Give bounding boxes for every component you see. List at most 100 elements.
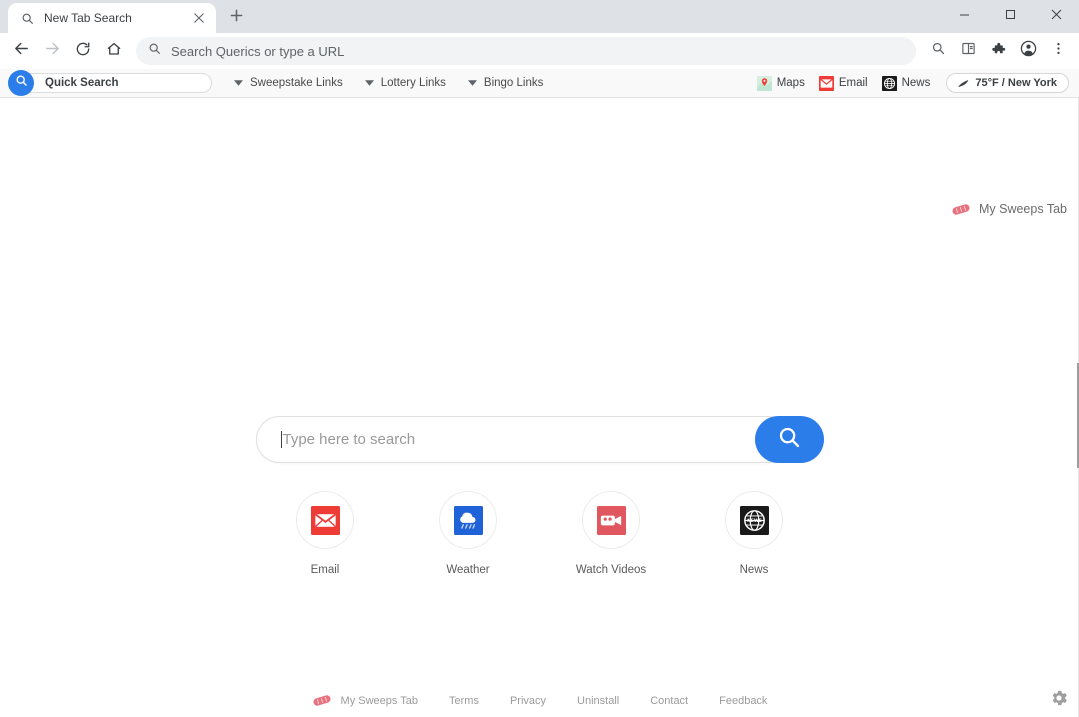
ext-link-label: Email [838,77,868,89]
search-placeholder: Type here to search [282,431,416,448]
window-maximize-button[interactable] [987,0,1033,32]
reading-list-button[interactable] [954,37,982,65]
shortcut-list: Email Weather Watch Videos NEWS News [254,491,826,576]
arrow-left-icon [13,40,30,62]
new-tab-button[interactable] [222,4,250,32]
svg-text:NEWS: NEWS [747,518,762,524]
shortcut-icon-wrap [582,491,640,549]
footer-link-feedback[interactable]: Feedback [719,695,767,707]
reload-icon [75,41,91,62]
profile-button[interactable] [1014,37,1042,65]
search-input[interactable]: Type here to search [255,416,791,463]
shortcut-label: Weather [446,564,490,576]
ext-link-news[interactable]: News [881,75,931,91]
reload-button[interactable] [69,37,97,65]
footer-brand-label: My Sweeps Tab [340,694,418,707]
footer-link-privacy[interactable]: Privacy [510,695,546,707]
plus-icon [230,9,243,27]
window-controls [941,0,1079,33]
avatar-icon [1020,40,1037,62]
dropdown-sweepstake-links[interactable]: Sweepstake Links [234,77,343,89]
chrome-menu-button[interactable] [1044,37,1072,65]
shortcut-watch-videos[interactable]: Watch Videos [540,491,683,576]
text-cursor [280,431,282,448]
brand-header[interactable]: My Sweeps Tab [951,202,1067,216]
tab-favicon-search-icon [19,10,35,26]
footer-link-terms[interactable]: Terms [449,695,479,707]
zoom-magnifier-icon [931,41,946,61]
brand-label: My Sweeps Tab [978,202,1067,216]
dropdown-label: Lottery Links [380,77,446,89]
window-minimize-button[interactable] [941,0,987,32]
email-icon [818,75,834,91]
close-tab-icon[interactable] [190,9,208,27]
search-area: Type here to search Email Weather Watch … [0,416,1079,576]
shortcut-label: News [739,564,769,576]
ext-link-email[interactable]: Email [818,75,868,91]
ext-link-maps[interactable]: Maps [756,75,805,91]
reading-list-icon [961,41,976,61]
page-content: My Sweeps Tab Type here to search Email … [0,98,1079,717]
puzzle-piece-icon [991,41,1006,61]
extension-toolbar: Quick Search Sweepstake Links Lottery Li… [0,69,1079,98]
search-icon [777,425,801,454]
gear-icon [1049,690,1069,712]
maps-icon [756,75,772,91]
footer-link-contact[interactable]: Contact [650,695,688,707]
shortcut-icon-wrap [439,491,497,549]
shortcut-weather[interactable]: Weather [397,491,540,576]
forward-button [38,37,66,65]
ext-link-label: Maps [776,77,805,89]
browser-toolbar: Search Querics or type a URL [0,33,1079,69]
search-icon [15,74,28,92]
home-button[interactable] [100,37,128,65]
arrow-right-icon [44,40,61,62]
home-icon [106,41,122,62]
quick-search-widget[interactable]: Quick Search [8,70,212,96]
chevron-down-icon [467,80,477,86]
ticket-icon [951,203,971,216]
quick-search-input[interactable]: Quick Search [22,73,212,93]
weather-text: 75°F / New York [975,77,1057,89]
extension-toolbar-right: Maps Email News 75°F / New York [743,73,1079,93]
page-footer: My Sweeps Tab Terms Privacy Uninstall Co… [0,694,1079,707]
back-button[interactable] [7,37,35,65]
omnibox-search-icon [148,42,161,60]
search-row: Type here to search [255,416,824,463]
chevron-down-icon [234,80,243,86]
video-camera-icon [596,505,626,535]
dropdown-lottery-links[interactable]: Lottery Links [364,77,446,89]
weather-widget[interactable]: 75°F / New York [946,73,1069,93]
dropdown-bingo-links[interactable]: Bingo Links [467,77,544,89]
news-icon [881,75,897,91]
shortcut-news[interactable]: NEWS News [683,491,826,576]
zoom-button[interactable] [924,37,952,65]
shortcut-icon-wrap [296,491,354,549]
shortcut-label: Watch Videos [575,564,647,576]
footer-link-uninstall[interactable]: Uninstall [577,695,619,707]
browser-window: New Tab Search Search Querics or type a … [0,0,1079,717]
search-submit-button[interactable] [754,416,824,463]
shortcut-email[interactable]: Email [254,491,397,576]
shortcut-icon-wrap: NEWS [725,491,783,549]
dropdown-label: Bingo Links [483,77,544,89]
settings-button[interactable] [1049,688,1069,708]
minimize-icon [959,7,970,25]
tab-title: New Tab Search [44,11,132,25]
browser-tab-new-tab-search[interactable]: New Tab Search [8,3,216,33]
weather-icon [958,79,969,88]
close-icon [1051,7,1062,25]
three-dots-icon [1051,41,1066,61]
window-close-button[interactable] [1033,0,1079,32]
extensions-button[interactable] [984,37,1012,65]
globe-news-icon: NEWS [739,505,769,535]
ext-link-label: News [901,77,931,89]
envelope-icon [310,505,340,535]
address-bar[interactable]: Search Querics or type a URL [136,37,916,65]
maximize-icon [1005,7,1016,25]
tab-strip: New Tab Search [0,0,1079,33]
dropdown-label: Sweepstake Links [250,77,343,89]
quick-search-button[interactable] [8,70,34,96]
ticket-icon [312,694,332,707]
omnibox-placeholder-text: Search Querics or type a URL [171,43,345,59]
